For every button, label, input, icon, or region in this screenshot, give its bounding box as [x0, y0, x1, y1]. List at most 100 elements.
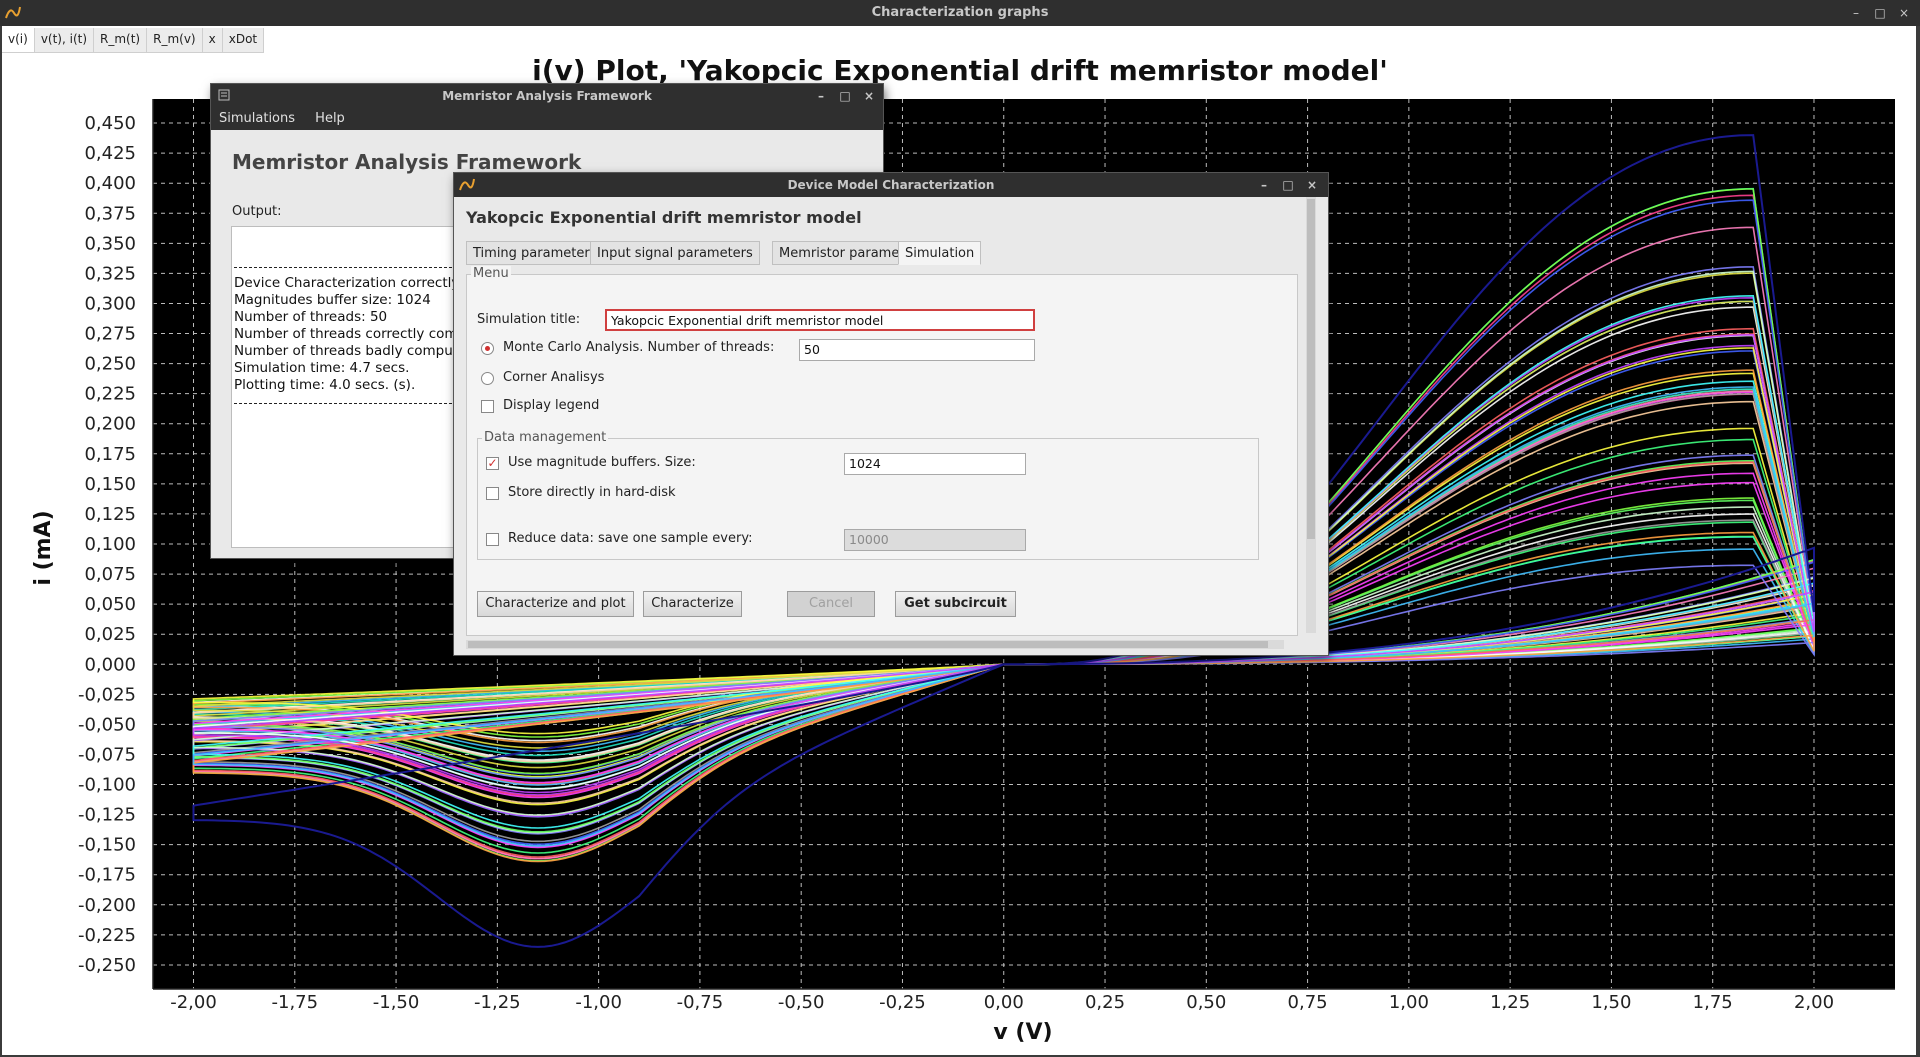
corner-analysis-radio[interactable] — [481, 372, 494, 385]
dmc-heading: Yakopcic Exponential drift memristor mod… — [466, 208, 862, 227]
vertical-scrollbar[interactable] — [1306, 197, 1316, 633]
y-tick-label: 0,075 — [84, 564, 136, 585]
maf-close-icon[interactable]: × — [861, 88, 877, 104]
characterize-button[interactable]: Characterize — [643, 591, 742, 617]
y-tick-label: 0,375 — [84, 203, 136, 224]
y-tick-label: 0,400 — [84, 173, 136, 194]
y-tick-label: 0,050 — [84, 594, 136, 615]
monte-carlo-radio[interactable] — [481, 342, 494, 355]
maf-maximize-icon[interactable]: □ — [837, 88, 853, 104]
x-tick-label: -1,50 — [373, 992, 420, 1013]
y-tick-label: -0,025 — [78, 684, 136, 705]
y-tick-label: 0,025 — [84, 624, 136, 645]
output-line: Simulation time: 4.7 secs. — [234, 360, 410, 376]
sim-title-input[interactable]: Yakopcic Exponential drift memristor mod… — [605, 309, 1035, 331]
x-tick-label: 1,50 — [1591, 992, 1631, 1013]
x-tick-label: -1,75 — [272, 992, 319, 1013]
maf-minimize-icon[interactable]: – — [813, 88, 829, 104]
reduce-data-checkbox[interactable] — [486, 533, 499, 546]
output-label: Output: — [232, 204, 282, 219]
x-tick-label: -0,50 — [778, 992, 825, 1013]
dmc-close-icon[interactable]: × — [1304, 177, 1320, 193]
maf-menubar: Simulations Help — [211, 108, 883, 130]
x-tick-label: -0,25 — [879, 992, 926, 1013]
dmc-titlebar: Device Model Characterization – □ × — [454, 173, 1328, 197]
dmc-tabbar: Timing parameters Input signal parameter… — [466, 241, 1282, 265]
x-tick-label: 1,25 — [1490, 992, 1530, 1013]
menu-simulations[interactable]: Simulations — [211, 108, 303, 129]
x-tick-label: 1,00 — [1389, 992, 1429, 1013]
dmc-title: Device Model Characterization — [787, 178, 995, 192]
x-axis-label: v (V) — [993, 1020, 1052, 1045]
y-tick-label: -0,125 — [78, 805, 136, 826]
magnitude-buffers-checkbox[interactable]: ✓ — [486, 457, 499, 470]
maf-title: Memristor Analysis Framework — [442, 89, 652, 103]
y-tick-label: 0,275 — [84, 324, 136, 345]
display-legend-checkbox[interactable] — [481, 400, 494, 413]
tab-timing-parameters[interactable]: Timing parameters — [466, 241, 604, 265]
maf-titlebar: Memristor Analysis Framework – □ × — [211, 84, 883, 108]
dmc-maximize-icon[interactable]: □ — [1280, 177, 1296, 193]
y-tick-label: -0,075 — [78, 744, 136, 765]
y-tick-label: 0,325 — [84, 263, 136, 284]
reduce-data-label: Reduce data: save one sample every: — [508, 531, 753, 546]
y-tick-label: 0,250 — [84, 354, 136, 375]
characterize-and-plot-button[interactable]: Characterize and plot — [477, 591, 634, 617]
menu-group-label: Menu — [471, 266, 511, 281]
y-tick-label: -0,100 — [78, 775, 136, 796]
x-tick-label: 0,00 — [984, 992, 1024, 1013]
maf-heading: Memristor Analysis Framework — [232, 150, 582, 174]
y-tick-label: 0,100 — [84, 534, 136, 555]
threads-input[interactable]: 50 — [799, 339, 1035, 361]
y-tick-label: 0,175 — [84, 444, 136, 465]
chart-title: i(v) Plot, 'Yakopcic Exponential drift m… — [532, 54, 1388, 87]
y-tick-label: 0,125 — [84, 504, 136, 525]
cancel-button[interactable]: Cancel — [787, 591, 875, 617]
y-tick-label: -0,200 — [78, 895, 136, 916]
y-tick-label: 0,000 — [84, 654, 136, 675]
dmc-window: Device Model Characterization – □ × Yako… — [454, 173, 1328, 655]
hard-disk-label: Store directly in hard-disk — [508, 485, 676, 500]
display-legend-label: Display legend — [503, 398, 600, 413]
x-tick-label: 2,00 — [1794, 992, 1834, 1013]
buffer-size-input[interactable]: 1024 — [844, 453, 1026, 475]
output-line: Number of threads correctly comp — [234, 326, 467, 342]
horizontal-scrollbar-thumb[interactable] — [468, 641, 1268, 648]
magnitude-buffers-label: Use magnitude buffers. Size: — [508, 455, 696, 470]
y-tick-label: -0,150 — [78, 835, 136, 856]
x-tick-label: 0,50 — [1186, 992, 1226, 1013]
output-line: Number of threads: 50 — [234, 309, 388, 325]
data-management-group: Data management ✓ Use magnitude buffers.… — [477, 430, 1259, 560]
x-tick-label: -0,75 — [677, 992, 724, 1013]
y-tick-label: 0,450 — [84, 113, 136, 134]
hard-disk-checkbox[interactable] — [486, 487, 499, 500]
get-subcircuit-button[interactable]: Get subcircuit — [895, 591, 1016, 617]
output-line: Number of threads badly compute — [234, 343, 467, 359]
x-tick-label: -1,25 — [474, 992, 521, 1013]
vertical-scrollbar-thumb[interactable] — [1307, 199, 1315, 539]
reduce-data-input[interactable]: 10000 — [844, 529, 1026, 551]
output-line: Plotting time: 4.0 secs. (s). — [234, 377, 416, 393]
simulation-panel: Menu Simulation title: Yakopcic Exponent… — [466, 266, 1298, 636]
tab-simulation[interactable]: Simulation — [898, 241, 982, 265]
x-tick-label: -2,00 — [170, 992, 217, 1013]
y-tick-label: -0,225 — [78, 925, 136, 946]
menu-help[interactable]: Help — [307, 108, 353, 129]
sim-title-label: Simulation title: — [477, 312, 581, 327]
y-tick-label: 0,425 — [84, 143, 136, 164]
y-tick-label: 0,200 — [84, 414, 136, 435]
y-tick-label: 0,225 — [84, 384, 136, 405]
dmc-minimize-icon[interactable]: – — [1256, 177, 1272, 193]
corner-analysis-label: Corner Analisys — [503, 370, 605, 385]
y-tick-label: -0,050 — [78, 714, 136, 735]
monte-carlo-label: Monte Carlo Analysis. Number of threads: — [503, 340, 775, 355]
y-axis-label: i (mA) — [31, 510, 56, 585]
y-tick-label: 0,150 — [84, 474, 136, 495]
data-management-label: Data management — [482, 430, 609, 445]
horizontal-scrollbar[interactable] — [466, 640, 1284, 649]
output-line: Device Characterization correctly — [234, 275, 460, 291]
y-tick-label: 0,350 — [84, 233, 136, 254]
tab-input-signal-parameters[interactable]: Input signal parameters — [590, 241, 760, 265]
y-tick-label: 0,300 — [84, 293, 136, 314]
output-line: Magnitudes buffer size: 1024 — [234, 292, 431, 308]
